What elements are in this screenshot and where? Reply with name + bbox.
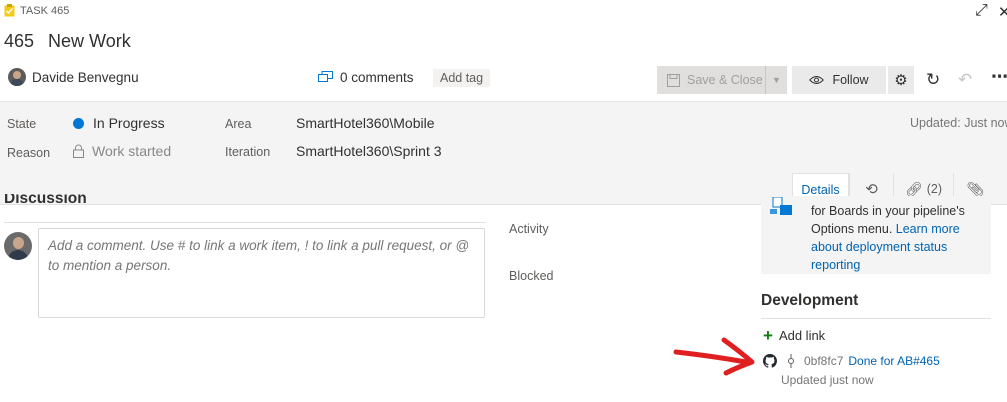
commit-icon	[788, 354, 794, 368]
assigned-to-name: Davide Benvegnu	[32, 69, 139, 85]
annotation-arrow-icon	[673, 337, 755, 376]
comment-input[interactable]: Add a comment. Use # to link a work item…	[38, 228, 485, 318]
reason-field[interactable]: Work started	[73, 143, 171, 159]
state-value: In Progress	[93, 115, 165, 131]
paperclip-icon: 📎︎	[966, 180, 985, 197]
work-item-title-row: 465 New Work	[4, 31, 131, 52]
lock-icon	[73, 144, 84, 158]
state-indicator	[73, 117, 84, 129]
activity-label: Activity	[509, 222, 549, 236]
close-icon[interactable]: ✕	[998, 3, 1007, 21]
comments-count: 0 comments	[340, 70, 414, 85]
add-tag-button[interactable]: Add tag	[433, 69, 491, 87]
links-count: (2)	[926, 182, 943, 196]
divider	[4, 222, 486, 223]
work-item-type-label: TASK 465	[20, 4, 70, 17]
github-icon	[763, 354, 777, 368]
commit-hash: 0bf8fc7	[804, 354, 844, 368]
work-item-type: TASK 465	[4, 4, 69, 17]
plus-icon: +	[763, 325, 773, 345]
deployment-info-text: for Boards in your pipeline's Options me…	[811, 204, 965, 272]
area-label: Area	[225, 117, 252, 131]
divider	[761, 318, 991, 319]
add-link-label: Add link	[778, 328, 826, 343]
work-item-title[interactable]: New Work	[48, 31, 131, 52]
state-field[interactable]: In Progress	[73, 115, 165, 131]
commit-link[interactable]: 0bf8fc7 Done for AB#465	[763, 354, 940, 368]
development-heading: Development	[761, 292, 859, 309]
comments-icon	[318, 71, 333, 82]
reason-value: Work started	[92, 143, 172, 159]
refresh-icon[interactable]: ↻	[926, 70, 940, 90]
add-link-button[interactable]: + Add link	[763, 325, 826, 345]
eye-icon	[809, 76, 825, 84]
discussion-heading: Discussion	[4, 194, 87, 207]
work-item-id: 465	[4, 31, 35, 51]
save-close-label: Save & Close	[687, 73, 763, 87]
iteration-label: Iteration	[225, 145, 271, 159]
follow-label: Follow	[832, 73, 869, 87]
comments-link[interactable]: 0 comments	[318, 70, 414, 85]
avatar	[4, 232, 32, 260]
area-value[interactable]: SmartHotel360\Mobile	[296, 115, 435, 131]
expand-icon[interactable]: ⤢	[975, 2, 988, 20]
gear-icon: ⚙	[894, 72, 908, 89]
save-close-button[interactable]: Save & Close ▼	[657, 66, 787, 94]
updated-text: Updated: Just now	[910, 116, 1007, 130]
save-icon	[667, 73, 680, 87]
save-options-dropdown[interactable]: ▼	[765, 66, 787, 94]
reason-label: Reason	[7, 146, 51, 160]
link-icon: 🔗︎	[904, 180, 923, 197]
chevron-down-icon: ▼	[772, 75, 781, 85]
commit-updated: Updated just now	[781, 373, 874, 387]
avatar	[8, 68, 26, 86]
follow-button[interactable]: Follow	[792, 66, 886, 94]
assigned-to[interactable]: Davide Benvegnu	[8, 68, 139, 86]
commit-message[interactable]: Done for AB#465	[848, 354, 939, 368]
deployment-icon	[770, 197, 792, 215]
settings-button[interactable]: ⚙	[888, 66, 914, 94]
undo-icon[interactable]: ↶	[958, 70, 972, 90]
iteration-value[interactable]: SmartHotel360\Sprint 3	[296, 143, 442, 159]
blocked-label: Blocked	[509, 269, 554, 283]
task-icon	[4, 4, 15, 17]
state-label: State	[7, 117, 37, 131]
more-actions-icon[interactable]: ⋯	[991, 67, 1007, 87]
